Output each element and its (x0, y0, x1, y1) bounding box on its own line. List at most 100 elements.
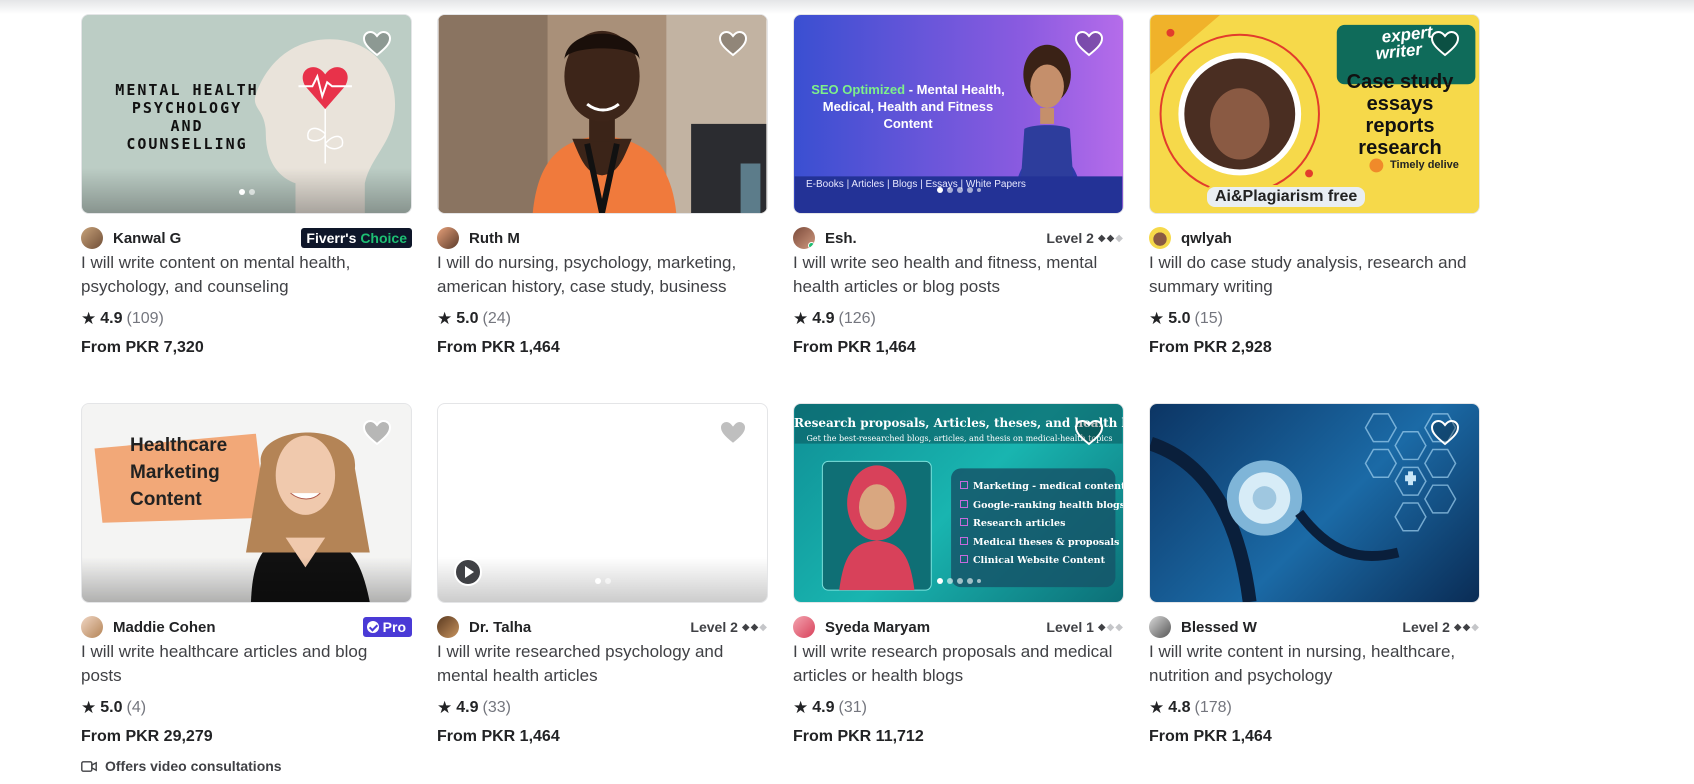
seller-name[interactable]: Syeda Maryam (825, 619, 930, 636)
heart-icon[interactable] (1075, 31, 1103, 57)
avatar[interactable] (793, 616, 815, 638)
seller-level-badge: Level 2 ◆◆◆ (690, 619, 768, 635)
gig-card[interactable]: MENTAL HEALTH PSYCHOLOGY AND COUNSELLING… (81, 14, 412, 403)
star-icon: ★ (81, 698, 97, 717)
gig-card[interactable]: expert writer Case study essays reports … (1149, 14, 1480, 403)
seller-row: Maddie Cohen Pro (81, 615, 412, 639)
seller-name[interactable]: Kanwal G (113, 230, 181, 247)
heart-icon[interactable] (1075, 420, 1103, 446)
price[interactable]: From PKR 1,464 (793, 339, 1124, 357)
slide-dots[interactable] (936, 578, 981, 584)
gig-thumbnail[interactable] (437, 14, 768, 214)
gig-thumbnail[interactable] (1149, 403, 1480, 603)
avatar[interactable] (81, 227, 103, 249)
heart-icon[interactable] (1431, 420, 1459, 446)
heart-icon[interactable] (363, 420, 391, 446)
gig-thumbnail[interactable]: MENTAL HEALTH PSYCHOLOGY AND COUNSELLING (81, 14, 412, 214)
rating-value: 5.0 (1168, 310, 1191, 327)
avatar[interactable] (81, 616, 103, 638)
seller-name[interactable]: Esh. (825, 230, 857, 247)
rating-value: 4.8 (1168, 699, 1191, 716)
gig-title[interactable]: I will write content in nursing, healthc… (1149, 640, 1480, 688)
gig-thumbnail[interactable]: expert writer Case study essays reports … (1149, 14, 1480, 214)
gig-card[interactable]: Dr. Talha Level 2 ◆◆◆ I will write resear… (437, 403, 768, 784)
video-consultation-label: Offers video consultations (105, 758, 282, 774)
seller-name[interactable]: Maddie Cohen (113, 619, 216, 636)
gig-card[interactable]: SEO Optimized - Mental Health, Medical, … (793, 14, 1124, 403)
seller-name[interactable]: Blessed W (1181, 619, 1257, 636)
rating: ★ 5.0 (15) (1149, 307, 1480, 331)
review-count: (109) (126, 310, 164, 327)
avatar[interactable] (1149, 616, 1171, 638)
seller-row: Esh. Level 2 ◆◆◆ (793, 226, 1124, 250)
heart-icon[interactable] (719, 31, 747, 57)
price[interactable]: From PKR 29,279 (81, 728, 412, 746)
price[interactable]: From PKR 1,464 (1149, 728, 1480, 746)
gig-title[interactable]: I will do nursing, psychology, marketing… (437, 251, 768, 299)
rating: ★ 4.9 (33) (437, 696, 768, 720)
slide-dots[interactable] (936, 187, 981, 193)
avatar[interactable] (437, 616, 459, 638)
heart-icon[interactable] (363, 31, 391, 57)
star-icon: ★ (437, 698, 453, 717)
rating: ★ 4.9 (31) (793, 696, 1124, 720)
price[interactable]: From PKR 1,464 (437, 728, 768, 746)
gig-card[interactable]: Healthcare Marketing Content Maddie Cohe… (81, 403, 412, 784)
gig-title[interactable]: I will write healthcare articles and blo… (81, 640, 412, 688)
avatar[interactable] (437, 227, 459, 249)
review-count: (33) (482, 699, 511, 716)
rating: ★ 4.9 (109) (81, 307, 412, 331)
gig-title[interactable]: I will do case study analysis, research … (1149, 251, 1480, 299)
price[interactable]: From PKR 11,712 (793, 728, 1124, 746)
level-diamonds-icon: ◆◆◆ (1097, 621, 1124, 633)
price[interactable]: From PKR 2,928 (1149, 339, 1480, 357)
review-count: (15) (1194, 310, 1223, 327)
gig-card[interactable]: Ruth M I will do nursing, psychology, ma… (437, 14, 768, 403)
level-diamonds-icon: ◆◆◆ (1097, 232, 1124, 244)
price[interactable]: From PKR 7,320 (81, 339, 412, 357)
gig-title[interactable]: I will write content on mental health, p… (81, 251, 412, 299)
gig-card[interactable]: Blessed W Level 2 ◆◆◆ I will write conten… (1149, 403, 1480, 784)
avatar[interactable] (793, 227, 815, 249)
slide-dots[interactable] (238, 189, 255, 195)
play-video-icon[interactable] (454, 558, 482, 586)
gig-thumbnail[interactable]: Healthcare Marketing Content (81, 403, 412, 603)
thumb-list-item: Clinical Website Content (960, 552, 1120, 571)
seller-name[interactable]: Dr. Talha (469, 619, 531, 636)
review-count: (178) (1194, 699, 1232, 716)
seller-name[interactable]: Ruth M (469, 230, 520, 247)
slide-dots[interactable] (594, 578, 611, 584)
gig-thumbnail[interactable] (437, 403, 768, 603)
review-count: (31) (838, 699, 867, 716)
price[interactable]: From PKR 1,464 (437, 339, 768, 357)
gig-title[interactable]: I will write researched psychology and m… (437, 640, 768, 688)
gig-thumbnail[interactable]: Research proposals, Articles, theses, an… (793, 403, 1124, 603)
avatar[interactable] (1149, 227, 1171, 249)
gig-title[interactable]: I will write research proposals and medi… (793, 640, 1124, 688)
rating-value: 4.9 (812, 699, 835, 716)
video-consultation-note: Offers video consultations (81, 758, 412, 774)
gig-card[interactable]: Research proposals, Articles, theses, an… (793, 403, 1124, 784)
star-icon: ★ (1149, 309, 1165, 328)
seller-level-badge: Level 1 ◆◆◆ (1046, 619, 1124, 635)
heart-icon[interactable] (1431, 31, 1459, 57)
seller-row: Blessed W Level 2 ◆◆◆ (1149, 615, 1480, 639)
thumb-line: AND (170, 117, 204, 135)
thumb-list-item: Research articles (960, 515, 1120, 534)
heart-icon[interactable] (719, 420, 747, 446)
seller-name[interactable]: qwlyah (1181, 230, 1232, 247)
seller-level-badge: Level 2 ◆◆◆ (1046, 230, 1124, 246)
thumb-line: reports (1365, 115, 1435, 137)
review-count: (24) (482, 310, 511, 327)
review-count: (126) (838, 310, 876, 327)
gig-thumbnail[interactable]: SEO Optimized - Mental Health, Medical, … (793, 14, 1124, 214)
gig-title[interactable]: I will write seo health and fitness, men… (793, 251, 1124, 299)
rating: ★ 5.0 (24) (437, 307, 768, 331)
video-camera-icon (81, 760, 97, 772)
pro-badge: Pro (362, 617, 412, 637)
rating-value: 5.0 (456, 310, 479, 327)
thumb-line: research (1358, 137, 1442, 159)
level-diamonds-icon: ◆◆◆ (741, 621, 768, 633)
thumbnail-shade (82, 557, 411, 602)
thumb-line: Healthcare (130, 435, 228, 456)
